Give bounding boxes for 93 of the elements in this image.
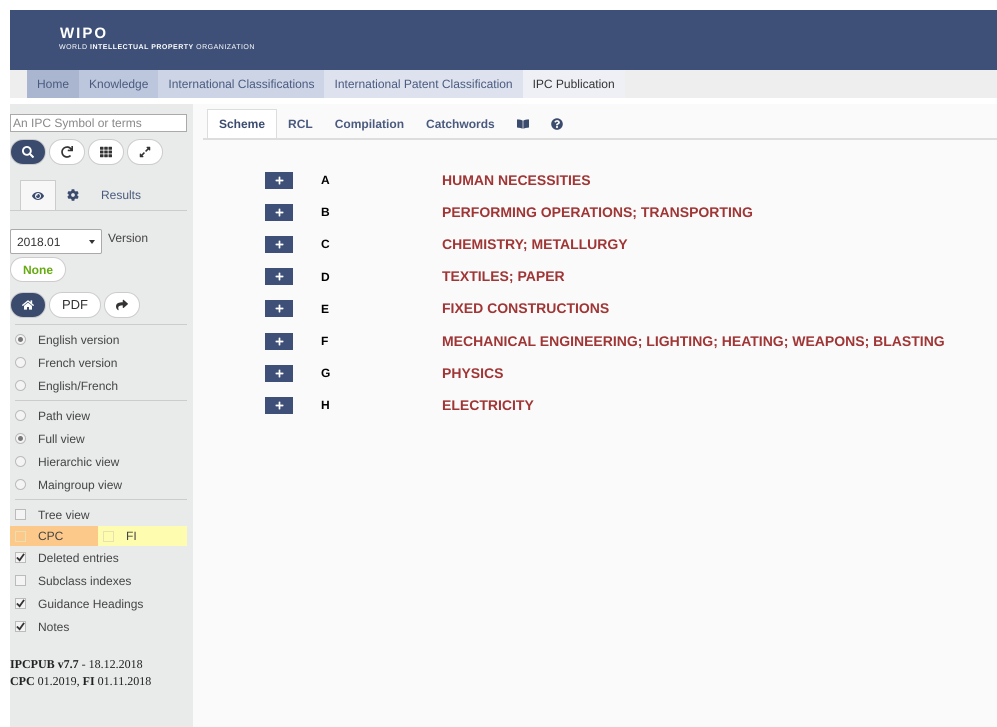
section-symbol: B [321,204,331,222]
content-tab[interactable]: Compilation [324,109,416,138]
section-title[interactable]: TEXTILES; PAPER [442,266,565,288]
expand-button[interactable] [265,172,293,189]
breadcrumb-link[interactable]: International Patent Classification [324,70,523,98]
version-label: Version [108,230,148,247]
content-tab[interactable]: Scheme [207,109,278,138]
plus-icon [274,336,284,346]
radio-button[interactable] [15,410,26,421]
radio-label: English/French [38,378,118,394]
radio-label: Maingroup view [38,476,122,494]
section-symbol: D [321,268,331,286]
book-icon [516,118,529,130]
search-icon [22,146,34,158]
breadcrumb-link[interactable]: Knowledge [79,70,158,98]
plus-icon [274,208,284,217]
radio-button[interactable] [15,479,26,490]
search-field[interactable]: An IPC Symbol or terms [10,114,187,132]
expand-button[interactable] [265,236,293,253]
expand-button[interactable] [265,300,293,318]
concordance-toggle[interactable]: CPC [10,526,98,546]
breadcrumb-link[interactable]: Home [27,70,80,98]
radio-label: Path view [38,408,90,424]
home-button[interactable] [10,292,46,318]
section-symbol: H [321,397,331,414]
section-symbol: G [321,365,332,382]
plus-icon [274,304,284,314]
plus-icon [274,272,284,282]
concordance-toggle[interactable]: FI [98,526,187,546]
dropdown-caret-icon [89,240,95,244]
checkbox-label: Notes [38,618,70,636]
checkbox-label: Tree view [38,506,90,524]
grid-button[interactable] [88,139,124,165]
home-icon [22,299,34,311]
content-tab[interactable]: RCL [277,109,324,138]
eye-icon [32,190,44,202]
section-title[interactable]: MECHANICAL ENGINEERING; LIGHTING; HEATING; WEAPONS; BLASTING [442,330,945,352]
grid-icon [100,146,112,158]
search-button[interactable] [10,139,46,165]
gear-icon [67,189,79,201]
version-select[interactable]: 2018.01 [10,229,102,254]
section-symbol: C [321,236,331,254]
eye-tab[interactable] [20,180,56,210]
section-symbol: E [321,300,330,318]
checkbox[interactable] [15,509,26,520]
checkbox[interactable] [15,575,26,586]
share-button[interactable] [104,292,140,318]
section-title[interactable]: PERFORMING OPERATIONS; TRANSPORTING [442,202,753,223]
share-icon [116,299,128,311]
radio-label: Hierarchic view [38,454,120,470]
radio-label: Full view [38,430,85,448]
pdf-button[interactable]: PDF [49,292,101,318]
results-tab[interactable]: Results [90,180,152,210]
expand-button[interactable] [265,204,293,221]
breadcrumb-link[interactable]: International Classifications [158,70,324,98]
section-title[interactable]: FIXED CONSTRUCTIONS [442,298,610,320]
help-icon [550,118,563,130]
plus-icon [274,240,284,249]
radio-button[interactable] [15,334,26,345]
breadcrumb-link[interactable]: IPC Publication [522,70,625,98]
plus-icon [274,368,284,378]
section-symbol: F [321,333,330,350]
refresh-icon [61,146,73,158]
radio-label: French version [38,354,118,372]
radio-button[interactable] [15,357,26,368]
section-title[interactable]: HUMAN NECESSITIES [442,170,591,191]
refresh-button[interactable] [49,139,85,165]
section-title[interactable]: ELECTRICITY [442,394,534,416]
radio-button[interactable] [15,456,26,467]
checkbox-label: Deleted entries [38,550,119,566]
checkbox-label: Guidance Headings [38,596,144,612]
checkbox[interactable] [15,621,26,632]
radio-label: English version [38,332,120,348]
logo-text: WIPO [60,26,109,42]
section-title[interactable]: CHEMISTRY; METALLURGY [442,234,628,255]
version-info: CPC 01.2019, FI 01.11.2018 [10,673,152,690]
version-info: IPCPUB v7.7 - 18.12.2018 [10,656,144,673]
expand-icon [139,146,151,158]
plus-icon [274,400,284,410]
content-tab[interactable]: Catchwords [415,109,506,138]
checkbox[interactable] [15,552,26,563]
section-title[interactable]: PHYSICS [442,362,504,384]
expand-button[interactable] [265,268,293,286]
expand-button[interactable] [265,396,293,414]
expand-button[interactable] [127,139,163,165]
plus-icon [274,176,284,185]
radio-button[interactable] [15,433,26,444]
radio-button[interactable] [15,380,26,391]
checkbox-label: Subclass indexes [38,572,132,590]
section-symbol: A [321,172,331,190]
expand-button[interactable] [265,332,293,350]
expand-button[interactable] [265,364,293,382]
checkbox[interactable] [15,598,26,609]
